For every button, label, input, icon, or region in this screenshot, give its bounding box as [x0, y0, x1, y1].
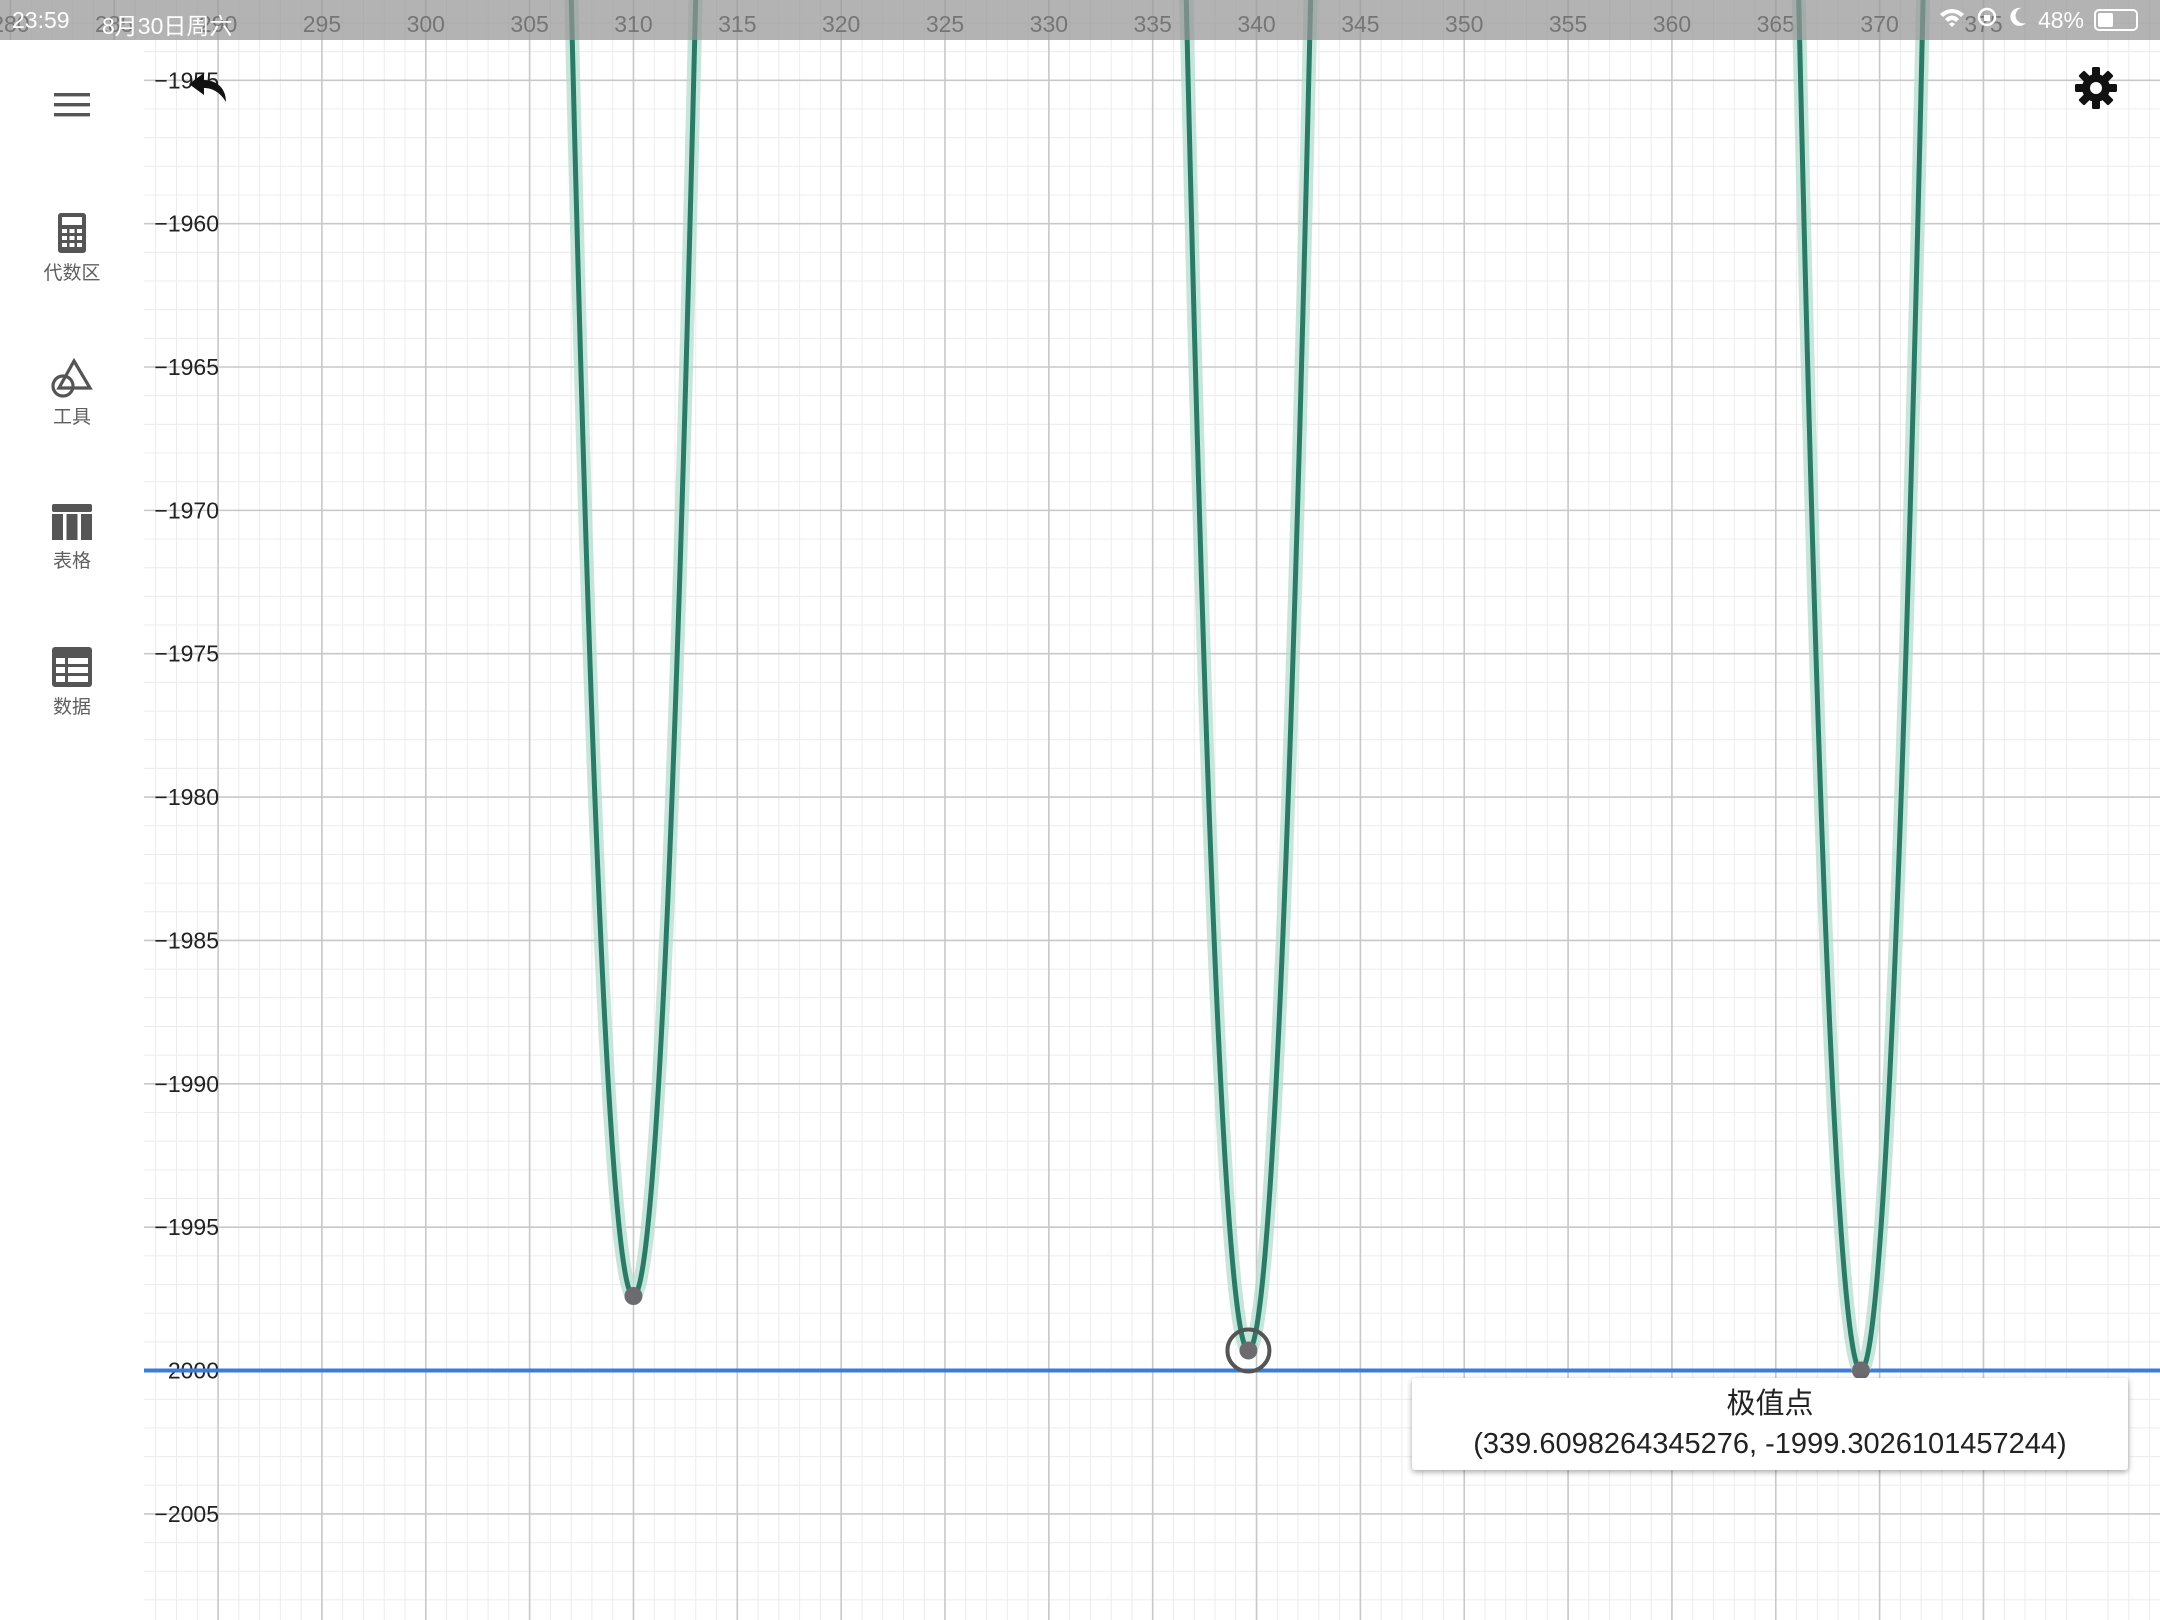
- gear-icon: [2075, 67, 2117, 109]
- sidebar-item-label: 数据: [52, 697, 91, 718]
- y-tick-label: −1995: [154, 1214, 219, 1240]
- y-tick-label: −2005: [154, 1501, 219, 1527]
- status-date: 8月30日周六: [102, 13, 233, 39]
- hamburger-icon: [54, 93, 90, 117]
- graph-canvas[interactable]: 2802852902953003053103153203253303353403…: [0, 0, 2160, 1620]
- y-tick-label: −1970: [154, 497, 219, 523]
- status-time: 23:59: [12, 7, 70, 33]
- sidebar-item-algebra[interactable]: 代数区: [0, 212, 144, 285]
- calculator-icon: [58, 213, 86, 253]
- battery-fill: [2098, 13, 2114, 27]
- sidebar-item-label: 代数区: [43, 263, 101, 284]
- tooltip-title: 极值点: [1726, 1388, 1814, 1420]
- curve-path[interactable]: [568, 0, 1926, 1373]
- y-axis-labels: −1955−1960−1965−1970−1975−1980−1985−1990…: [154, 67, 219, 1527]
- y-tick-label: −1965: [154, 354, 219, 380]
- extremum-points: [13, 1252, 1870, 1380]
- undo-button[interactable]: [186, 72, 232, 111]
- grid-minor: [0, 0, 2160, 1620]
- undo-icon: [189, 73, 226, 102]
- spreadsheet-icon: [52, 647, 92, 687]
- extremum-tooltip: 极值点 (339.6098264345276, -1999.3026101457…: [1412, 1378, 2128, 1470]
- grid-major: [0, 0, 2160, 1620]
- sidebar-item-label: 工具: [52, 407, 91, 428]
- sidebar-item-label: 表格: [52, 551, 91, 572]
- y-tick-label: −1990: [154, 1071, 219, 1097]
- sidebar-item-table[interactable]: 表格: [0, 502, 144, 573]
- extremum-point[interactable]: [1851, 1361, 1870, 1380]
- status-bar: 23:59 8月30日周六 48%: [0, 0, 2160, 40]
- settings-button[interactable]: [2074, 66, 2118, 115]
- shapes-tool-icon: [51, 358, 93, 398]
- sidebar-item-tools[interactable]: 工具: [0, 358, 144, 429]
- battery-percent: 48%: [2037, 6, 2084, 33]
- table-icon: [52, 504, 92, 540]
- status-right: 48%: [1938, 6, 2138, 34]
- orientation-lock-icon: [1976, 6, 1998, 34]
- extremum-point[interactable]: [624, 1287, 643, 1305]
- y-tick-label: −1975: [154, 641, 219, 667]
- function-curve: [564, 0, 1931, 1378]
- wifi-icon: [1938, 6, 1966, 34]
- y-tick-label: −1980: [154, 784, 219, 810]
- battery-icon: [2094, 9, 2138, 31]
- tooltip-coords: (339.6098264345276, -1999.3026101457244): [1473, 1428, 2067, 1460]
- y-tick-label: −1985: [154, 927, 219, 953]
- y-tick-label: −1960: [154, 211, 219, 237]
- sidebar-item-data[interactable]: 数据: [0, 646, 144, 719]
- menu-button[interactable]: [50, 90, 94, 125]
- extremum-point[interactable]: [1239, 1341, 1258, 1360]
- moon-icon: [2008, 6, 2028, 34]
- curve-highlight: [564, 0, 1931, 1378]
- sidebar: 代数区 工具 表格 数据: [0, 40, 144, 1620]
